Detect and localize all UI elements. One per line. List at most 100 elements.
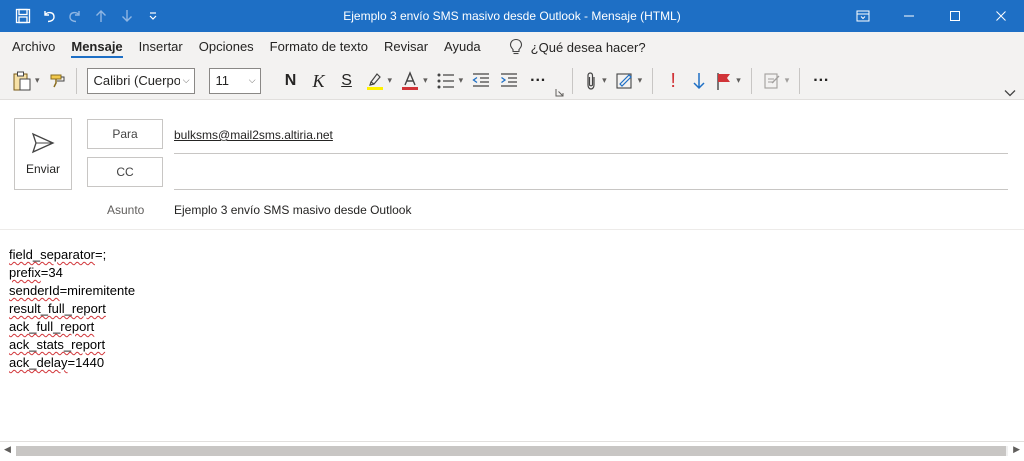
tab-insertar[interactable]: Insertar	[131, 32, 191, 62]
body-line: ack_delay=1440	[9, 354, 135, 372]
signature-button[interactable]: ▾	[611, 66, 647, 96]
highlighter-icon	[366, 72, 383, 90]
save-button[interactable]	[10, 0, 36, 32]
horizontal-scrollbar[interactable]: ◀ ▶	[0, 441, 1024, 461]
to-field-underline	[174, 153, 1008, 154]
send-icon	[31, 132, 55, 154]
ribbon-display-options-button[interactable]	[840, 0, 886, 32]
flag-icon	[717, 72, 731, 90]
tell-me-text: ¿Qué desea hacer?	[530, 39, 646, 55]
bullets-button[interactable]: ▾	[432, 66, 468, 96]
scroll-right-icon[interactable]: ▶	[1013, 444, 1020, 455]
minimize-button[interactable]	[886, 0, 932, 32]
more-format-button[interactable]: ···	[523, 66, 553, 96]
follow-up-dropdown-icon[interactable]: ▾	[736, 75, 741, 86]
tab-opciones[interactable]: Opciones	[191, 32, 262, 62]
quick-access-toolbar	[0, 0, 166, 32]
to-button[interactable]: Para	[87, 119, 163, 149]
ribbon-tabs: Archivo Mensaje Insertar Opciones Format…	[0, 32, 1024, 62]
customize-qat-button[interactable]	[140, 0, 166, 32]
chevron-down-icon: ⌵	[182, 75, 190, 85]
previous-item-button[interactable]	[88, 0, 114, 32]
font-name-value: Calibri (Cuerpo	[93, 73, 180, 88]
maximize-button[interactable]	[932, 0, 978, 32]
send-label: Enviar	[25, 162, 60, 176]
body-key: result_full_report	[9, 301, 106, 316]
undo-button[interactable]	[36, 0, 62, 32]
dictate-button[interactable]: ▾	[758, 66, 794, 96]
high-importance-button[interactable]: !	[659, 66, 687, 96]
ribbon-toolbar: ▾ Calibri (Cuerpo ⌵ 11 ⌵ N K S ▾ ▾ ▾ ···…	[0, 62, 1024, 100]
font-size-combo[interactable]: 11 ⌵	[208, 67, 261, 94]
tab-formato-de-texto[interactable]: Formato de texto	[262, 32, 376, 62]
body-key: field_separator	[9, 247, 95, 262]
font-size-value: 11	[215, 73, 230, 88]
arrow-down-icon	[122, 10, 132, 22]
attach-file-button[interactable]: ▾	[579, 66, 611, 96]
paste-button[interactable]: ▾	[8, 66, 44, 96]
bullet-list-icon	[437, 73, 454, 88]
dialog-launcher-icon	[555, 88, 564, 96]
format-painter-button[interactable]	[44, 66, 70, 96]
tab-mensaje[interactable]: Mensaje	[63, 32, 130, 62]
collapse-ribbon-button[interactable]	[1004, 86, 1016, 100]
tell-me-search[interactable]: ¿Qué desea hacer?	[509, 32, 646, 62]
ribbon-separator	[652, 67, 654, 94]
format-painter-icon	[50, 74, 65, 87]
bullets-dropdown-icon[interactable]: ▾	[459, 75, 464, 86]
body-key: senderId	[9, 283, 60, 298]
window-controls	[840, 0, 1024, 32]
body-key: prefix	[9, 265, 41, 280]
underline-button[interactable]: S	[333, 66, 361, 96]
tab-archivo[interactable]: Archivo	[4, 32, 63, 62]
body-line: prefix=34	[9, 264, 135, 282]
next-item-button[interactable]	[114, 0, 140, 32]
to-field[interactable]: bulksms@mail2sms.altiria.net	[174, 128, 333, 142]
font-color-dropdown-icon[interactable]: ▾	[423, 75, 428, 86]
low-importance-button[interactable]	[687, 66, 711, 96]
highlight-dropdown-icon[interactable]: ▾	[388, 75, 393, 86]
message-body[interactable]: field_separator=; prefix=34 senderId=mir…	[9, 246, 135, 372]
increase-indent-icon	[501, 72, 518, 87]
font-color-icon	[402, 70, 419, 90]
to-recipient[interactable]: bulksms@mail2sms.altiria.net	[174, 128, 333, 142]
body-key: ack_stats_report	[9, 337, 106, 352]
subject-field[interactable]: Ejemplo 3 envío SMS masivo desde Outlook	[174, 203, 411, 217]
voice-disabled-icon	[764, 72, 780, 89]
font-dialog-launcher[interactable]	[553, 85, 566, 99]
more-commands-button[interactable]: ···	[806, 66, 836, 96]
signature-dropdown-icon[interactable]: ▾	[638, 75, 643, 86]
ribbon-separator	[799, 67, 801, 94]
highlight-button[interactable]: ▾	[361, 66, 397, 96]
paste-dropdown-icon[interactable]: ▾	[35, 75, 40, 86]
paste-icon	[13, 71, 31, 90]
italic-button[interactable]: K	[305, 66, 333, 96]
chevron-down-icon: ⌵	[248, 75, 256, 85]
body-key: ack_delay	[9, 355, 68, 370]
send-button[interactable]: Enviar	[14, 118, 72, 190]
title-bar: Ejemplo 3 envío SMS masivo desde Outlook…	[0, 0, 1024, 32]
arrow-down-blue-icon	[693, 72, 705, 89]
attach-dropdown-icon[interactable]: ▾	[602, 75, 607, 86]
paperclip-icon	[587, 71, 595, 90]
dictate-dropdown-icon[interactable]: ▾	[785, 75, 790, 86]
close-button[interactable]	[978, 0, 1024, 32]
scroll-thumb[interactable]	[16, 446, 1006, 456]
font-name-combo[interactable]: Calibri (Cuerpo ⌵	[86, 67, 195, 94]
ribbon-display-icon	[856, 10, 870, 22]
cc-field-underline	[174, 189, 1008, 190]
font-color-button[interactable]: ▾	[396, 66, 432, 96]
body-line: field_separator=;	[9, 246, 135, 264]
tab-revisar[interactable]: Revisar	[376, 32, 436, 62]
bold-button[interactable]: N	[277, 66, 305, 96]
body-value: =;	[95, 247, 107, 262]
increase-indent-button[interactable]	[495, 66, 523, 96]
body-line: result_full_report	[9, 300, 135, 318]
tab-ayuda[interactable]: Ayuda	[436, 32, 489, 62]
cc-button[interactable]: CC	[87, 157, 163, 187]
decrease-indent-button[interactable]	[467, 66, 495, 96]
scroll-left-icon[interactable]: ◀	[4, 444, 11, 455]
follow-up-button[interactable]: ▾	[711, 66, 745, 96]
redo-button[interactable]	[62, 0, 88, 32]
minimize-icon	[904, 15, 914, 17]
